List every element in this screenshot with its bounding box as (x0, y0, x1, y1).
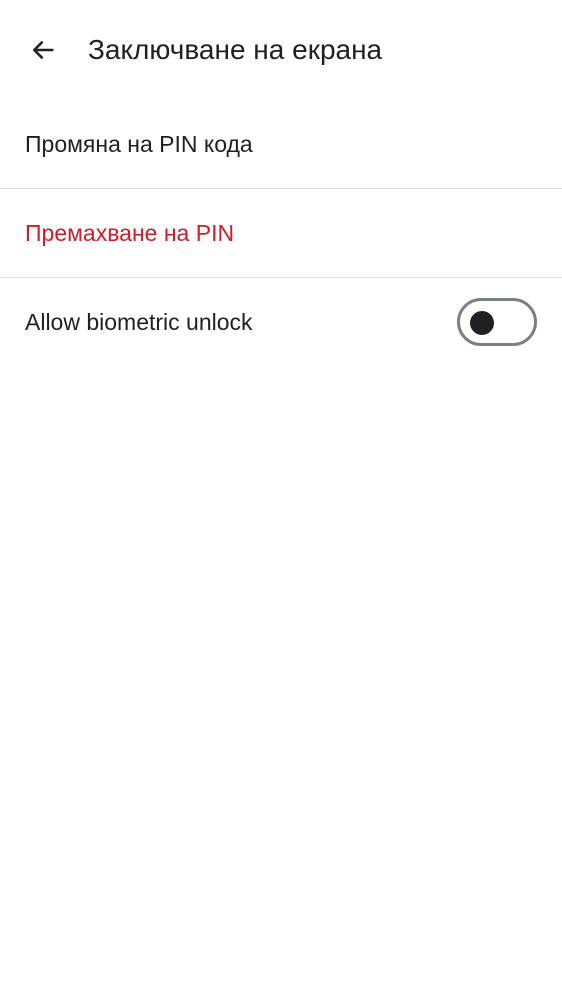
toggle-knob (470, 311, 494, 335)
change-pin-item[interactable]: Промяна на PIN кода (0, 100, 562, 188)
app-bar: Заключване на екрана (0, 0, 562, 100)
remove-pin-item[interactable]: Премахване на PIN (0, 189, 562, 277)
biometric-unlock-item[interactable]: Allow biometric unlock (0, 278, 562, 366)
remove-pin-label: Премахване на PIN (25, 219, 235, 246)
arrow-left-icon (32, 41, 54, 59)
settings-list: Промяна на PIN кода Премахване на PIN Al… (0, 100, 562, 366)
page-title: Заключване на екрана (88, 34, 383, 65)
back-button[interactable] (20, 27, 66, 73)
change-pin-label: Промяна на PIN кода (25, 130, 253, 157)
biometric-unlock-toggle[interactable] (457, 298, 537, 346)
biometric-unlock-label: Allow biometric unlock (25, 308, 253, 335)
